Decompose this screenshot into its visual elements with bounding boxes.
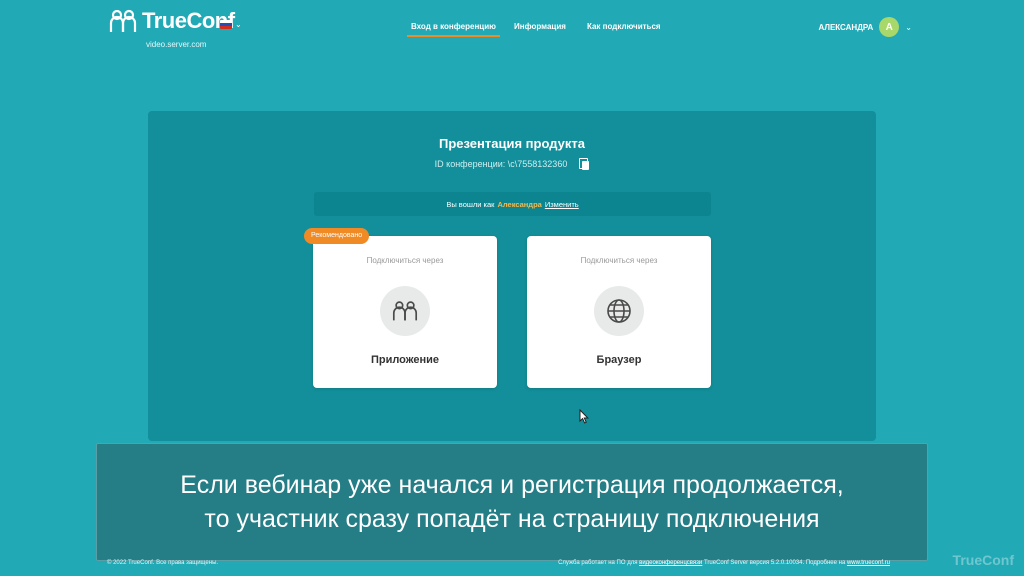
video-subtitle: Если вебинар уже начался и регистрация п… (96, 443, 928, 561)
subtitle-line-2: то участник сразу попадёт на страницу по… (204, 505, 820, 533)
login-prefix: Вы вошли как (446, 199, 495, 209)
trueconf-watermark: TrueConf (952, 552, 1014, 568)
nav-join-conference[interactable]: Вход в конференцию (407, 22, 500, 37)
card-label-browser: Браузер (596, 354, 642, 366)
footer-service-prefix: Служба работает на ПО для (558, 560, 638, 566)
conference-id: ID конференции: \c\7558132360 (434, 159, 568, 169)
card-subtitle: Подключиться через (580, 256, 658, 265)
login-user-name: Александра (497, 199, 542, 209)
connect-via-app-card[interactable]: Подключиться через Приложение (313, 236, 497, 388)
conference-panel: Презентация продукта ID конференции: \c\… (148, 111, 876, 441)
conference-title: Презентация продукта (439, 136, 585, 151)
chevron-down-icon: ⌄ (905, 22, 912, 32)
footer-copyright: © 2022 TrueConf. Все права защищены. (107, 560, 219, 566)
avatar: A (879, 17, 900, 37)
footer-service-info: Служба работает на ПО для видеоконференц… (558, 560, 890, 566)
globe-icon (594, 286, 644, 336)
mouse-cursor-icon (579, 409, 589, 424)
card-subtitle: Подключиться через (366, 256, 444, 265)
copy-icon[interactable] (579, 158, 590, 170)
subtitle-line-1: Если вебинар уже начался и регистрация п… (180, 471, 844, 499)
conference-id-row: ID конференции: \c\7558132360 (148, 158, 876, 170)
user-name: АЛЕКСАНДРА (818, 22, 874, 32)
change-name-link[interactable]: Изменить (545, 200, 579, 209)
user-menu[interactable]: АЛЕКСАНДРА A ⌄ (818, 17, 912, 37)
connect-via-browser-card[interactable]: Подключиться через Браузер (527, 236, 711, 388)
card-label-app: Приложение (370, 354, 440, 366)
recommended-badge: Рекомендовано (304, 228, 370, 244)
footer-site-link[interactable]: www.trueconf.ru (847, 560, 890, 566)
nav-how-to-connect[interactable]: Как подключиться (587, 22, 661, 31)
nav-information[interactable]: Информация (514, 22, 566, 31)
login-status-bar: Вы вошли как Александра Изменить (314, 192, 711, 216)
people-icon (380, 286, 430, 336)
footer-service-middle: TrueConf Server версия 5.2.0.10034. Подр… (703, 560, 846, 566)
header: TrueConf video.server.com ⌄ Вход в конфе… (0, 0, 1024, 60)
footer-vcs-link[interactable]: видеоконференцсвязи (639, 560, 702, 566)
